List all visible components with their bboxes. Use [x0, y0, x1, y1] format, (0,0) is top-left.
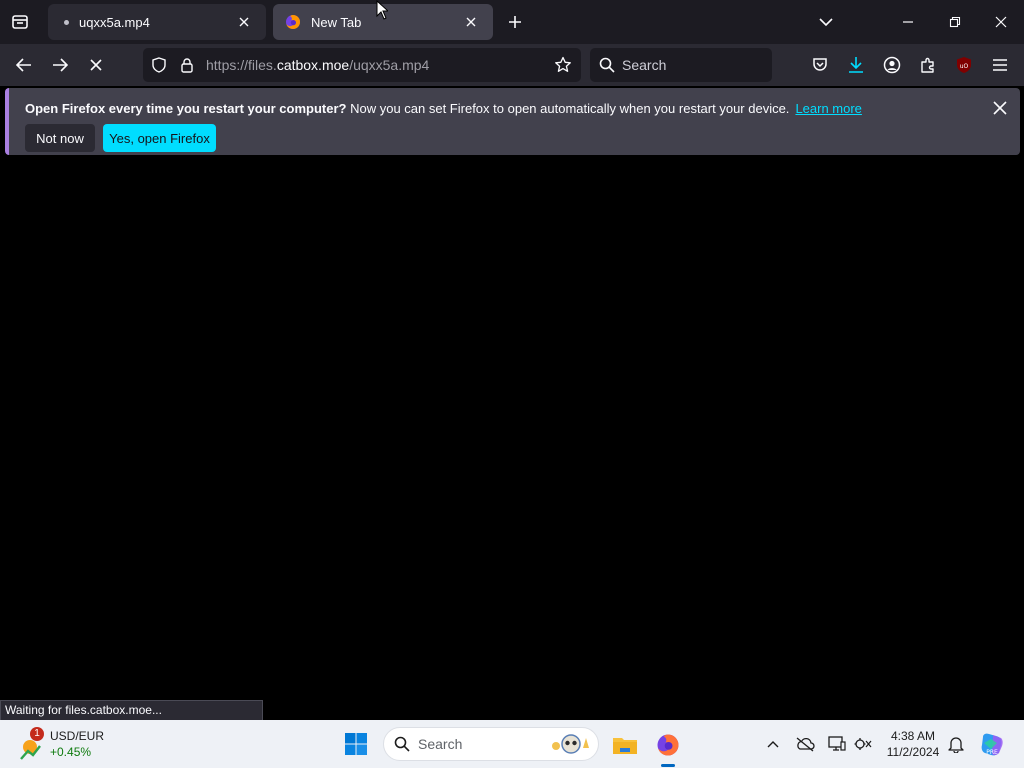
taskbar-search-placeholder: Search	[418, 736, 463, 752]
stop-loading-icon[interactable]	[84, 53, 108, 77]
taskbar-search-box[interactable]: Search	[383, 727, 599, 761]
url-text[interactable]: https://files.catbox.moe/uqxx5a.mp4	[206, 48, 429, 82]
search-box[interactable]: Search	[590, 48, 772, 82]
display-settings-icon[interactable]	[825, 732, 849, 756]
downloads-icon[interactable]	[844, 53, 868, 77]
lock-icon[interactable]	[177, 55, 197, 75]
notification-message: Open Firefox every time you restart your…	[25, 101, 862, 116]
tab-uqxx5a[interactable]: uqxx5a.mp4	[48, 4, 266, 40]
firefox-taskbar-icon[interactable]	[652, 729, 684, 761]
url-prefix: https://files.	[206, 57, 277, 73]
ticker-change: +0.45%	[50, 745, 92, 759]
tab-title: uqxx5a.mp4	[79, 14, 150, 30]
back-icon[interactable]	[12, 53, 36, 77]
navigation-toolbar: https://files.catbox.moe/uqxx5a.mp4 Sear…	[0, 44, 1024, 86]
account-icon[interactable]	[880, 53, 904, 77]
search-icon	[394, 736, 410, 752]
active-app-indicator	[661, 764, 675, 767]
forward-icon[interactable]	[48, 53, 72, 77]
tracking-protection-shield-icon[interactable]	[149, 55, 169, 75]
clock[interactable]: 4:38 AM 11/2/2024	[880, 728, 946, 760]
svg-text:uO: uO	[960, 63, 969, 70]
status-panel: Waiting for files.catbox.moe...	[0, 700, 263, 720]
pocket-icon[interactable]	[808, 53, 832, 77]
firefox-icon	[285, 14, 301, 30]
tab-strip: uqxx5a.mp4 New Tab	[0, 0, 1024, 44]
menu-hamburger-icon[interactable]	[988, 53, 1012, 77]
weather-widget[interactable]: 1 USD/EUR +0.45%	[16, 725, 136, 765]
close-tab-icon[interactable]	[461, 12, 481, 32]
show-hidden-icons-chevron-up-icon[interactable]	[762, 732, 784, 756]
yes-open-firefox-button[interactable]: Yes, open Firefox	[103, 124, 216, 152]
windows-start-icon[interactable]	[341, 729, 371, 759]
clock-date: 11/2/2024	[886, 745, 940, 759]
ticker-name: USD/EUR	[50, 729, 105, 743]
firefox-view-icon[interactable]	[8, 10, 32, 34]
notification-bold-text: Open Firefox every time you restart your…	[25, 101, 347, 116]
network-volume-icon[interactable]	[851, 732, 875, 756]
bookmark-star-icon[interactable]	[553, 55, 573, 75]
close-notification-icon[interactable]	[988, 96, 1012, 120]
url-bar[interactable]: https://files.catbox.moe/uqxx5a.mp4	[143, 48, 581, 82]
close-window-icon[interactable]	[989, 10, 1013, 34]
url-path: /uqxx5a.mp4	[349, 57, 430, 73]
copilot-icon[interactable]: PRE	[977, 729, 1007, 759]
svg-text:PRE: PRE	[986, 749, 998, 756]
search-placeholder: Search	[622, 57, 667, 73]
loading-icon	[64, 19, 69, 25]
notification-text: Now you can set Firefox to open automati…	[346, 101, 790, 116]
page-content	[0, 158, 1024, 720]
search-highlight-skull-icon	[550, 732, 592, 758]
minimize-icon[interactable]	[896, 10, 920, 34]
list-all-tabs-chevron-down-icon[interactable]	[814, 10, 838, 34]
learn-more-link[interactable]: Learn more	[795, 101, 861, 116]
extensions-puzzle-icon[interactable]	[916, 53, 940, 77]
url-host: catbox.moe	[276, 57, 350, 73]
notification-badge: 1	[30, 727, 44, 741]
not-now-button[interactable]: Not now	[25, 124, 95, 152]
default-browser-notification: Open Firefox every time you restart your…	[5, 88, 1020, 155]
file-explorer-folder-icon[interactable]	[609, 729, 641, 761]
search-icon	[599, 57, 615, 73]
currency-chart-icon	[18, 737, 44, 763]
restore-icon[interactable]	[943, 10, 967, 34]
onedrive-offline-icon[interactable]	[793, 732, 817, 756]
notification-bell-icon[interactable]	[944, 732, 968, 756]
windows-taskbar: 1 USD/EUR +0.45% Search 4:38 AM 11/2/202…	[0, 720, 1024, 768]
close-tab-icon[interactable]	[234, 12, 254, 32]
clock-time: 4:38 AM	[890, 729, 936, 743]
ublock-origin-icon[interactable]: uO	[952, 53, 976, 77]
new-tab-plus-icon[interactable]	[503, 10, 527, 34]
mouse-cursor-icon	[376, 0, 388, 20]
